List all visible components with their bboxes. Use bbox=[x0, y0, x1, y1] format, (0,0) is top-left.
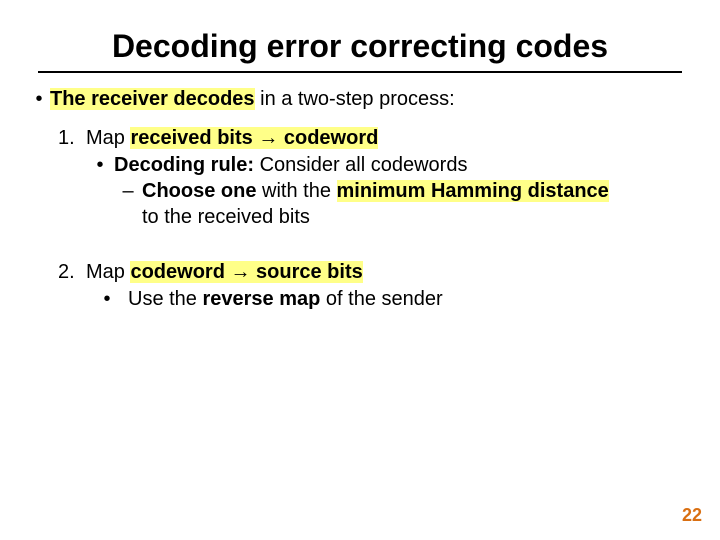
step1-num: 1. bbox=[58, 126, 86, 151]
title-rule bbox=[38, 71, 682, 73]
step1-rule: • Decoding rule: Consider all codewords bbox=[86, 153, 692, 178]
hl-codeword-source: codeword → source bits bbox=[130, 261, 362, 283]
hl-min-hamming: minimum Hamming distance bbox=[337, 180, 609, 202]
step1-choose-tail: to the received bits bbox=[142, 205, 692, 230]
choose-mid: with the bbox=[256, 180, 336, 202]
step2-use-text: Use the reverse map of the sender bbox=[128, 287, 443, 312]
hl-receiver-decodes: The receiver decodes bbox=[50, 88, 255, 110]
step2-use: • Use the reverse map of the sender bbox=[86, 287, 692, 312]
dash-icon: – bbox=[114, 179, 142, 204]
page-number: 22 bbox=[682, 505, 702, 526]
step2: 2. Map codeword → source bits bbox=[58, 260, 692, 285]
hl-received-bits: received bits → codeword bbox=[130, 127, 378, 149]
decoding-rule-rest: Consider all codewords bbox=[254, 154, 467, 176]
spacer bbox=[28, 230, 692, 258]
step2-num: 2. bbox=[58, 260, 86, 285]
step1-text: Map received bits → codeword bbox=[86, 126, 378, 151]
step1-rule-text: Decoding rule: Consider all codewords bbox=[114, 153, 467, 178]
bullet-icon: • bbox=[86, 153, 114, 178]
step1: 1. Map received bits → codeword bbox=[58, 126, 692, 151]
step2-text: Map codeword → source bits bbox=[86, 260, 363, 285]
use-c: of the sender bbox=[320, 288, 442, 310]
bullet-top-text: The receiver decodes in a two-step proce… bbox=[50, 87, 455, 112]
slide-body: • The receiver decodes in a two-step pro… bbox=[0, 87, 720, 312]
top-post: in a two-step process: bbox=[255, 88, 455, 110]
choose-one: Choose one bbox=[142, 180, 256, 202]
reverse-map: reverse map bbox=[202, 288, 320, 310]
slide-title: Decoding error correcting codes bbox=[0, 0, 720, 71]
step1-map: Map bbox=[86, 127, 130, 149]
decoding-rule-label: Decoding rule: bbox=[114, 154, 254, 176]
slide: Decoding error correcting codes • The re… bbox=[0, 0, 720, 540]
step1-choose: – Choose one with the minimum Hamming di… bbox=[114, 179, 692, 204]
bullet-icon: • bbox=[86, 287, 128, 312]
bullet-top: • The receiver decodes in a two-step pro… bbox=[28, 87, 692, 112]
bullet-icon: • bbox=[28, 87, 50, 112]
step1-choose-text: Choose one with the minimum Hamming dist… bbox=[142, 179, 609, 204]
step2-map: Map bbox=[86, 261, 130, 283]
use-a: Use the bbox=[128, 288, 202, 310]
